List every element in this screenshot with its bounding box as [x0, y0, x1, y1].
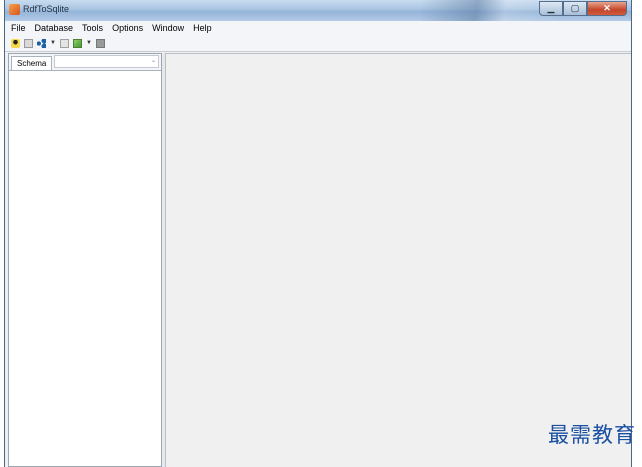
menu-database[interactable]: Database: [35, 23, 74, 33]
main-workspace: [165, 53, 631, 467]
chevron-down-icon[interactable]: ⌄: [151, 57, 156, 64]
schema-tabs: Schema ⌄: [9, 54, 161, 71]
menu-help[interactable]: Help: [193, 23, 212, 33]
image-icon[interactable]: [72, 38, 82, 48]
menu-window[interactable]: Window: [152, 23, 184, 33]
share-icon[interactable]: [37, 38, 46, 48]
share-dropdown-icon[interactable]: ▼: [50, 40, 56, 46]
title-bar[interactable]: RdfToSqlite ▁ ▢ ✕: [5, 0, 631, 21]
window-title: RdfToSqlite: [23, 4, 70, 14]
sql-icon[interactable]: [59, 38, 69, 48]
toolbar: ▼ ▼: [5, 35, 631, 52]
stop-icon[interactable]: [95, 38, 105, 48]
window-controls: ▁ ▢ ✕: [539, 1, 627, 16]
close-button[interactable]: ✕: [587, 1, 627, 16]
maximize-button[interactable]: ▢: [563, 1, 587, 16]
app-icon: [9, 4, 20, 15]
user-icon[interactable]: [11, 38, 20, 48]
menu-tools[interactable]: Tools: [82, 23, 103, 33]
image-dropdown-icon[interactable]: ▼: [86, 40, 92, 46]
tab-schema[interactable]: Schema: [11, 56, 53, 70]
menu-file[interactable]: File: [11, 23, 26, 33]
document-icon[interactable]: [24, 38, 33, 48]
minimize-button[interactable]: ▁: [539, 1, 563, 16]
schema-selector[interactable]: ⌄: [54, 55, 159, 68]
menu-bar: File Database Tools Options Window Help: [5, 21, 631, 36]
schema-panel: Schema ⌄: [8, 53, 162, 467]
app-window: RdfToSqlite ▁ ▢ ✕ File Database Tools Op…: [4, 0, 632, 467]
watermark-text: 最需教育: [548, 423, 636, 447]
menu-options[interactable]: Options: [112, 23, 143, 33]
